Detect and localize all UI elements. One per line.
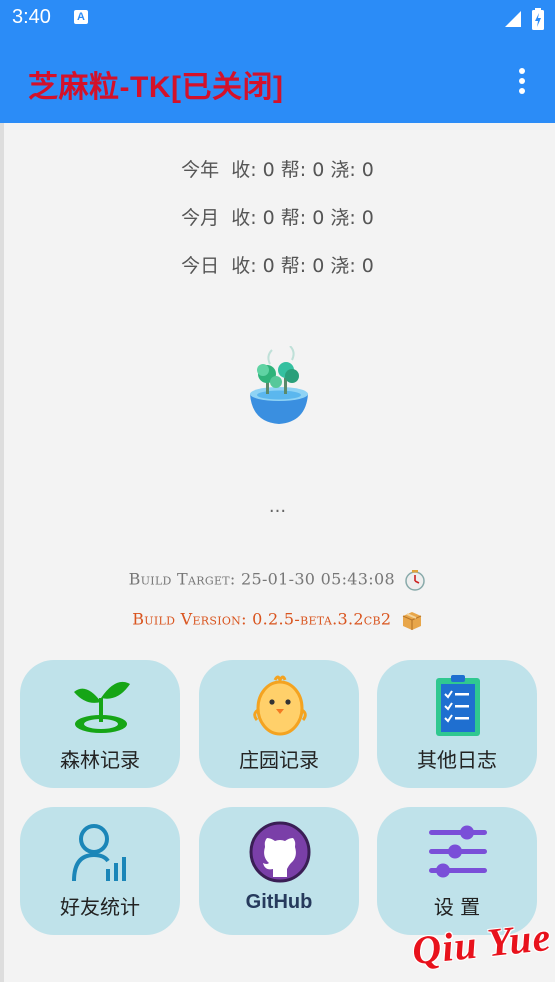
build-target: Build Target: 25-01-30 05:43:08: [0, 569, 555, 591]
stat-period: 今月: [181, 207, 220, 229]
battery-icon: [532, 8, 544, 30]
app-title: 芝麻粒-TK[已关闭]: [28, 71, 284, 104]
stat-period: 今日: [181, 255, 220, 277]
stat-values: 收: 0 帮: 0 浇: 0: [231, 255, 374, 277]
build-version-text: Build Version: 0.2.5-beta.3.2cb2: [132, 609, 392, 629]
user-stats-icon: [72, 824, 126, 882]
signal-icon: [505, 11, 521, 27]
build-version: Build Version: 0.2.5-beta.3.2cb2: [0, 609, 555, 631]
chick-icon: [253, 675, 307, 736]
clipboard-checklist-icon: [436, 675, 480, 736]
tile-label: 森林记录: [60, 748, 140, 772]
stat-month: 今月 收: 0 帮: 0 浇: 0: [0, 198, 555, 246]
tile-label: 庄园记录: [239, 748, 319, 772]
build-target-text: Build Target: 25-01-30 05:43:08: [128, 569, 395, 589]
friend-stats-button[interactable]: 好友统计: [20, 807, 180, 935]
github-icon: [249, 821, 311, 883]
stats-panel: 今年 收: 0 帮: 0 浇: 0 今月 收: 0 帮: 0 浇: 0 今日 收…: [0, 150, 555, 294]
github-button[interactable]: GitHub: [199, 807, 359, 935]
stat-year: 今年 收: 0 帮: 0 浇: 0: [0, 150, 555, 198]
status-text: ...: [268, 496, 287, 517]
forest-bowl-logo-icon: [250, 346, 308, 424]
tile-label: GitHub: [245, 891, 313, 913]
status-time: 3:40: [12, 6, 51, 28]
forest-log-button[interactable]: 森林记录: [20, 660, 180, 788]
sprout-icon: [74, 681, 130, 733]
farm-log-button[interactable]: 庄园记录: [199, 660, 359, 788]
other-log-button[interactable]: 其他日志: [377, 660, 537, 788]
stat-values: 收: 0 帮: 0 浇: 0: [231, 159, 374, 181]
tile-label: 好友统计: [60, 895, 140, 919]
alarm-clock-icon: [405, 570, 426, 591]
stat-values: 收: 0 帮: 0 浇: 0: [231, 207, 374, 229]
status-bar: 3:40 A: [0, 0, 555, 38]
overflow-menu-icon[interactable]: [508, 64, 536, 98]
stat-day: 今日 收: 0 帮: 0 浇: 0: [0, 246, 555, 294]
stat-period: 今年: [181, 159, 220, 181]
tile-label: 其他日志: [417, 748, 497, 772]
app-bar: 芝麻粒-TK[已关闭]: [0, 38, 555, 123]
sliders-icon: [429, 825, 487, 878]
notification-a-icon: A: [74, 10, 88, 24]
package-icon: [402, 612, 422, 630]
